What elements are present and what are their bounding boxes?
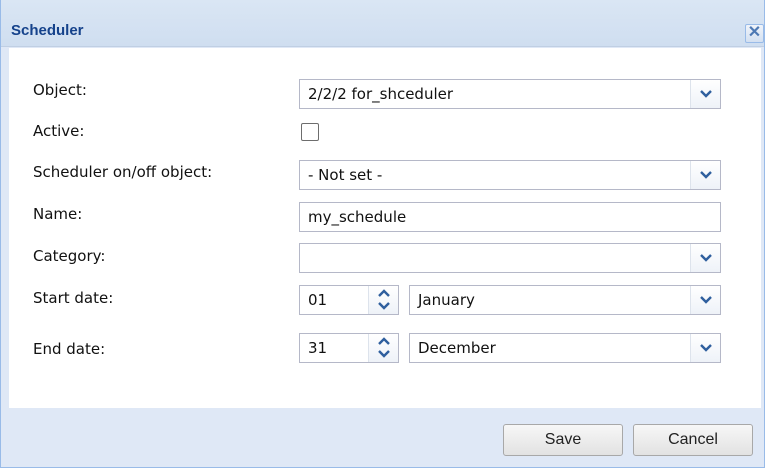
dialog-titlebar[interactable]: Scheduler ✕ [1,0,764,47]
chevron-down-icon [700,254,712,262]
chevron-down-icon [700,344,712,352]
start-date-label: Start date: [33,289,114,307]
onoff-object-select[interactable]: - Not set - [299,160,721,190]
end-date-label: End date: [33,340,106,358]
object-dropdown-trigger[interactable] [690,80,720,108]
spin-up-icon[interactable] [378,289,390,297]
name-value: my_schedule [308,208,407,226]
object-select[interactable]: 2/2/2 for_shceduler [299,79,721,109]
save-button[interactable]: Save [503,424,623,456]
name-label: Name: [33,205,83,223]
end-day-value: 31 [308,339,328,357]
chevron-down-icon [700,171,712,179]
end-month-select[interactable]: December [409,333,721,363]
onoff-object-value: - Not set - [308,166,383,184]
chevron-down-icon [700,90,712,98]
category-label: Category: [33,247,106,265]
end-month-dropdown-trigger[interactable] [690,334,720,362]
start-day-spin-buttons[interactable] [368,286,398,314]
active-checkbox[interactable] [301,123,319,141]
end-day-spin-buttons[interactable] [368,334,398,362]
active-label: Active: [33,122,85,140]
spin-down-icon[interactable] [378,350,390,358]
start-day-spinner[interactable]: 01 [299,285,399,315]
spin-up-icon[interactable] [378,337,390,345]
start-day-value: 01 [308,291,328,309]
end-month-value: December [418,339,496,357]
object-label: Object: [33,81,87,99]
start-month-value: January [418,291,475,309]
dialog-title: Scheduler [11,22,84,39]
chevron-down-icon [700,296,712,304]
category-select[interactable] [299,243,721,273]
close-icon[interactable]: ✕ [745,24,764,43]
start-month-select[interactable]: January [409,285,721,315]
spin-down-icon[interactable] [378,302,390,310]
start-month-dropdown-trigger[interactable] [690,286,720,314]
scheduler-dialog: Scheduler ✕ Object: 2/2/2 for_shceduler … [0,0,765,468]
object-value: 2/2/2 for_shceduler [308,85,454,103]
end-day-spinner[interactable]: 31 [299,333,399,363]
name-input[interactable]: my_schedule [299,202,721,232]
category-dropdown-trigger[interactable] [690,244,720,272]
cancel-button[interactable]: Cancel [633,424,753,456]
onoff-object-label: Scheduler on/off object: [33,163,213,181]
onoff-dropdown-trigger[interactable] [690,161,720,189]
